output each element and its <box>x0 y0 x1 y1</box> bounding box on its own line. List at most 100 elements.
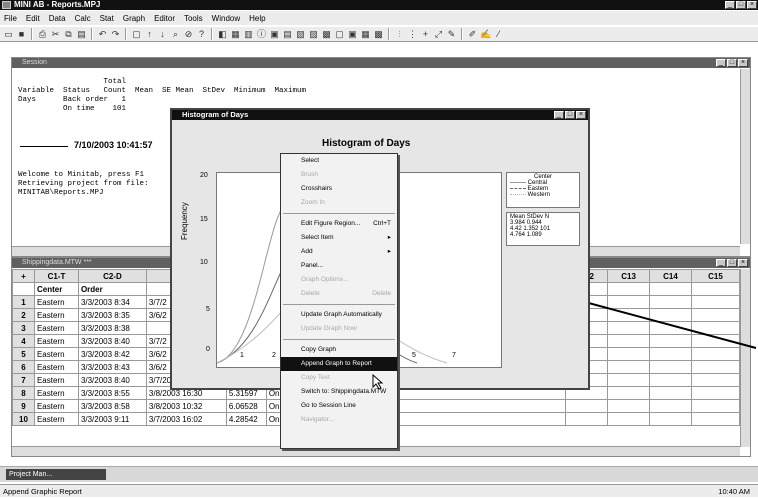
copy-icon[interactable]: ⧉ <box>63 29 74 40</box>
menu-edit[interactable]: Edit <box>26 14 40 23</box>
cell[interactable] <box>607 373 651 387</box>
cell[interactable] <box>690 386 741 400</box>
redo-icon[interactable]: ↷ <box>110 29 121 40</box>
edit-last-dialog-icon[interactable]: ▢ <box>131 29 142 40</box>
pencil-icon[interactable]: ✎ <box>446 29 457 40</box>
cell[interactable]: Eastern <box>33 412 79 426</box>
context-menu-item[interactable]: Zoom In <box>281 196 397 210</box>
cell[interactable] <box>649 412 692 426</box>
row-number[interactable]: 7 <box>12 373 35 387</box>
context-menu-item[interactable]: Delete Delete <box>281 287 397 301</box>
context-menu-item[interactable]: Go to Session Line <box>281 399 397 413</box>
history-icon[interactable]: ▣ <box>269 29 280 40</box>
manager-icon[interactable]: ▩ <box>373 29 384 40</box>
menu-graph[interactable]: Graph <box>123 14 145 23</box>
cell[interactable]: Eastern <box>33 373 79 387</box>
cell[interactable]: 3/3/2003 8:55 <box>77 386 147 400</box>
column-name[interactable]: Center <box>33 282 79 296</box>
row-number[interactable]: 2 <box>12 308 35 322</box>
close-button[interactable]: × <box>747 1 757 9</box>
menu-data[interactable]: Data <box>49 14 66 23</box>
cell[interactable]: 3/3/2003 8:34 <box>77 295 147 309</box>
cell[interactable] <box>607 412 651 426</box>
save-icon[interactable]: ■ <box>16 29 27 40</box>
paste-icon[interactable]: ▤ <box>76 29 87 40</box>
cell[interactable]: Eastern <box>33 321 79 335</box>
report-icon[interactable]: ▧ <box>295 29 306 40</box>
context-menu-item[interactable]: Append Graph to Report <box>281 357 397 371</box>
tile-icon[interactable]: ▨ <box>308 29 319 40</box>
close-button[interactable]: × <box>738 259 748 267</box>
cell[interactable]: Eastern <box>33 295 79 309</box>
context-menu-item[interactable]: Brush <box>281 168 397 182</box>
cell[interactable]: 3/3/2003 8:43 <box>77 360 147 374</box>
cell[interactable] <box>690 360 741 374</box>
menu-help[interactable]: Help <box>249 14 265 23</box>
session-icon[interactable]: ◧ <box>217 29 228 40</box>
edit-graph-icon[interactable]: ✐ <box>467 29 478 40</box>
data-icon[interactable]: ⋮ <box>407 29 418 40</box>
row-number[interactable]: 6 <box>12 360 35 374</box>
cell[interactable] <box>607 399 651 413</box>
maximize-button[interactable]: □ <box>727 59 737 67</box>
column-id[interactable]: C13 <box>607 269 651 283</box>
cell[interactable] <box>649 399 692 413</box>
cell[interactable] <box>607 360 651 374</box>
project-icon[interactable]: ▤ <box>282 29 293 40</box>
cell[interactable]: Eastern <box>33 399 79 413</box>
row-number[interactable]: 9 <box>12 399 35 413</box>
annotate-icon[interactable]: ✍ <box>480 29 491 40</box>
menu-file[interactable]: File <box>4 14 17 23</box>
context-menu-item[interactable]: Edit Figure Region... Ctrl+T <box>281 217 397 231</box>
cell[interactable] <box>690 399 741 413</box>
worksheet-icon[interactable]: ▦ <box>230 29 241 40</box>
context-menu-item[interactable]: Crosshairs <box>281 182 397 196</box>
cell[interactable]: 3/8/2003 10:32 <box>145 399 227 413</box>
session-vscroll[interactable] <box>740 69 750 244</box>
row-number[interactable]: 8 <box>12 386 35 400</box>
cell[interactable]: 4.28542 <box>225 412 267 426</box>
column-id[interactable]: + <box>12 269 35 283</box>
cell[interactable]: Eastern <box>33 308 79 322</box>
column-id[interactable]: C1-T <box>33 269 79 283</box>
cell[interactable]: 3/3/2003 8:35 <box>77 308 147 322</box>
maximize-button[interactable]: □ <box>736 1 746 9</box>
minimize-button[interactable]: _ <box>716 259 726 267</box>
insert-col-icon[interactable]: ↓ <box>157 29 168 40</box>
column-id[interactable]: C14 <box>649 269 692 283</box>
context-menu-item[interactable]: Add ▸ <box>281 245 397 259</box>
context-menu-item[interactable]: Copy Graph <box>281 343 397 357</box>
crosshair-icon[interactable]: + <box>420 29 431 40</box>
insert-row-icon[interactable]: ↑ <box>144 29 155 40</box>
zoom-icon[interactable]: ⤢ <box>433 29 444 40</box>
cut-icon[interactable]: ✂ <box>50 29 61 40</box>
cell[interactable]: Eastern <box>33 347 79 361</box>
cell[interactable] <box>649 386 692 400</box>
cascade-icon[interactable]: ▩ <box>321 29 332 40</box>
row-number[interactable]: 3 <box>12 321 35 335</box>
cell[interactable]: 3/3/2003 8:40 <box>77 334 147 348</box>
cell[interactable]: Eastern <box>33 386 79 400</box>
context-menu-item[interactable]: Update Graph Now <box>281 322 397 336</box>
maximize-button[interactable]: □ <box>727 259 737 267</box>
open-icon[interactable]: ▭ <box>3 29 14 40</box>
grid-icon[interactable]: ▦ <box>360 29 371 40</box>
row-number[interactable]: 10 <box>12 412 35 426</box>
row-number[interactable]: 1 <box>12 295 35 309</box>
cell[interactable]: 6.06528 <box>225 399 267 413</box>
line-tool-icon[interactable]: ⁄ <box>493 29 504 40</box>
cell[interactable]: Eastern <box>33 334 79 348</box>
cell[interactable]: 3/3/2003 8:58 <box>77 399 147 413</box>
cell[interactable]: 3/3/2003 9:11 <box>77 412 147 426</box>
menu-editor[interactable]: Editor <box>154 14 175 23</box>
context-menu-item[interactable]: Graph Options... <box>281 273 397 287</box>
menu-calc[interactable]: Calc <box>75 14 91 23</box>
find-icon[interactable]: ⌕ <box>170 29 181 40</box>
cell[interactable] <box>565 412 609 426</box>
window-icon[interactable]: ▢ <box>334 29 345 40</box>
cell[interactable] <box>690 373 741 387</box>
row-number[interactable]: 5 <box>12 347 35 361</box>
minimize-button[interactable]: _ <box>716 59 726 67</box>
cell[interactable] <box>649 373 692 387</box>
context-menu-item[interactable]: Select <box>281 154 397 168</box>
